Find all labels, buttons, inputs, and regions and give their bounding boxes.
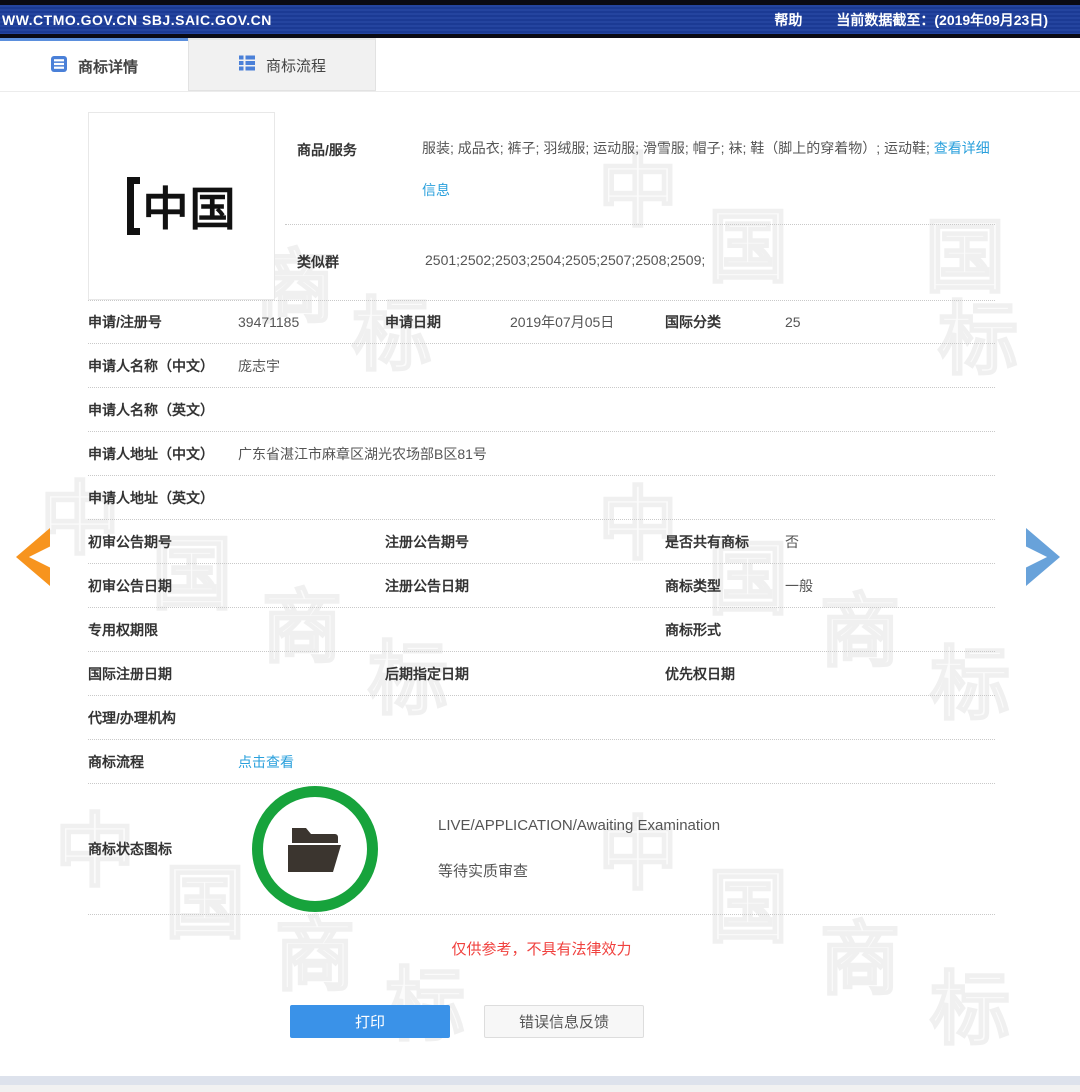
table-row: 申请/注册号 39471185 申请日期 2019年07月05日 国际分类 25 [88, 300, 995, 344]
trademark-logo-text: 中国 [143, 173, 237, 239]
table-row: 商标流程 点击查看 [88, 740, 995, 784]
tab-bar: 商标详情 商标流程 [0, 38, 1080, 92]
table-row: 初审公告期号 注册公告期号 是否共有商标 否 [88, 520, 995, 564]
tab-trademark-detail[interactable]: 商标详情 [0, 38, 188, 91]
similar-group-label: 类似群 [297, 252, 422, 300]
document-icon [50, 55, 68, 77]
goods-services-value: 服装; 成品衣; 裤子; 羽绒服; 运动服; 滑雪服; 帽子; 袜; 鞋（脚上的… [422, 127, 995, 224]
table-row: 代理/办理机构 [88, 696, 995, 740]
trademark-type: 一般 [785, 576, 995, 596]
top-bar: WW.CTMO.GOV.CN SBJ.SAIC.GOV.CN 帮助 当前数据截至… [0, 0, 1080, 38]
error-feedback-button[interactable]: 错误信息反馈 [484, 1005, 644, 1038]
trademark-image: 中国 [88, 112, 275, 300]
list-icon [238, 54, 256, 76]
footer-strip [0, 1071, 1080, 1092]
table-row: 申请人名称（英文） [88, 388, 995, 432]
status-english: LIVE/APPLICATION/Awaiting Examination [438, 817, 720, 834]
help-link[interactable]: 帮助 [774, 10, 802, 30]
table-row: 申请人名称（中文） 庞志宇 [88, 344, 995, 388]
status-folder-icon [252, 786, 378, 912]
trademark-status-row: 商标状态图标 LIVE/APPLICATION/Awaiting Examina… [88, 784, 995, 915]
similar-group-value: 2501;2502;2503;2504;2505;2507;2508;2509; [422, 252, 995, 300]
site-urls: WW.CTMO.GOV.CN SBJ.SAIC.GOV.CN [0, 12, 272, 28]
table-row: 国际注册日期 后期指定日期 优先权日期 [88, 652, 995, 696]
legal-disclaimer: 仅供参考，不具有法律效力 [88, 938, 995, 959]
logo-bracket [127, 177, 140, 235]
trademark-details-table: 申请/注册号 39471185 申请日期 2019年07月05日 国际分类 25… [88, 300, 995, 915]
international-class: 25 [785, 314, 995, 330]
data-cutoff-date: 当前数据截至：(2019年09月23日) [836, 10, 1048, 30]
tab-label: 商标详情 [78, 56, 138, 77]
applicant-name-cn: 庞志宇 [238, 356, 995, 376]
tab-label: 商标流程 [266, 55, 326, 76]
click-to-view-link[interactable]: 点击查看 [238, 752, 995, 772]
goods-services-label: 商品/服务 [297, 140, 422, 224]
application-number: 39471185 [238, 314, 385, 330]
table-row: 专用权期限 商标形式 [88, 608, 995, 652]
table-row: 申请人地址（英文） [88, 476, 995, 520]
application-date: 2019年07月05日 [510, 312, 665, 332]
table-row: 申请人地址（中文） 广东省湛江市麻章区湖光农场部B区81号 [88, 432, 995, 476]
status-chinese: 等待实质审查 [438, 860, 720, 881]
tab-trademark-process[interactable]: 商标流程 [188, 38, 376, 91]
table-row: 初审公告日期 注册公告日期 商标类型 一般 [88, 564, 995, 608]
print-button[interactable]: 打印 [290, 1005, 450, 1038]
is-shared-trademark: 否 [785, 532, 995, 552]
applicant-address-cn: 广东省湛江市麻章区湖光农场部B区81号 [238, 444, 995, 464]
